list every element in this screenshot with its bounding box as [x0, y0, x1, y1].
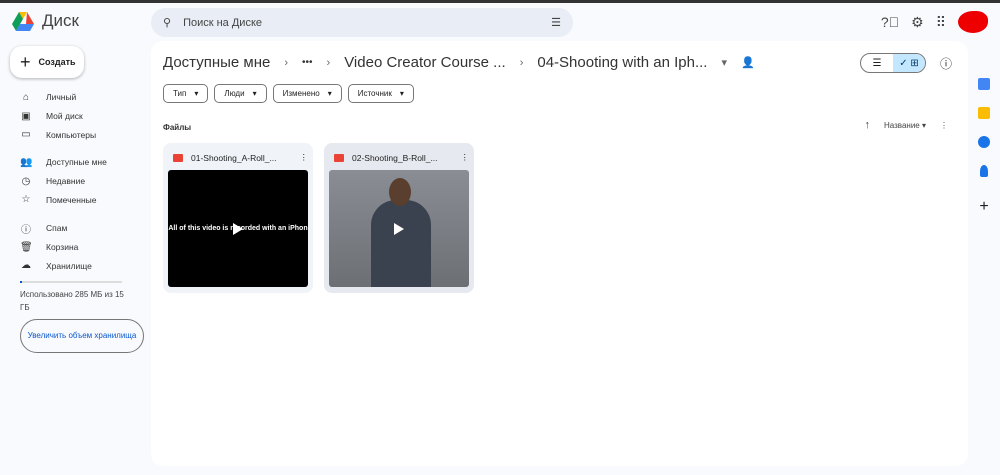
- view-toggle: ☰ ✓ ⊞: [860, 53, 926, 73]
- sidebar-item-trash[interactable]: 🗑 Корзина: [14, 238, 144, 257]
- file-name: 01-Shooting_A-Roll_...: [191, 152, 277, 163]
- help-icon[interactable]: ?⃝: [881, 14, 899, 30]
- label: Хранилище: [46, 260, 92, 271]
- sidebar-item-shared[interactable]: 👥 Доступные мне: [14, 153, 144, 172]
- play-icon: [233, 222, 243, 235]
- person-head: [389, 178, 411, 206]
- caret-down-icon[interactable]: ▾: [721, 56, 727, 69]
- create-button[interactable]: + Создать: [10, 46, 84, 78]
- search-icon: ⚲: [163, 17, 172, 29]
- sidebar-item-starred[interactable]: ☆ Помеченные: [14, 190, 144, 209]
- caret-down-icon: ▾: [399, 89, 404, 98]
- storage-text: Использовано 285 МБ из 15 ГБ: [20, 290, 124, 312]
- filter-type[interactable]: Тип ▾: [163, 84, 209, 103]
- label: Доступные мне: [46, 157, 107, 168]
- create-label: Создать: [38, 57, 76, 67]
- file-card[interactable]: 01-Shooting_A-Roll_... ⋮ All of this vide…: [163, 143, 313, 293]
- file-card[interactable]: 02-Shooting_B-Roll_... ⋮: [324, 143, 474, 293]
- label: Компьютеры: [46, 129, 97, 140]
- list-view-button[interactable]: ☰: [861, 54, 893, 72]
- sidebar-item-spam[interactable]: ⓘ Спам: [14, 219, 144, 238]
- play-icon: [394, 222, 404, 235]
- upgrade-storage-button[interactable]: Увеличить объем хранилища: [20, 319, 144, 353]
- label: Недавние: [46, 176, 86, 187]
- plus-icon: +: [20, 51, 31, 72]
- label: Люди: [224, 89, 245, 98]
- caret-down-icon: ▾: [194, 89, 199, 98]
- label: Спам: [46, 223, 68, 234]
- breadcrumb: Доступные мне › ••• › Video Creator Course…: [163, 54, 755, 71]
- my-drive-icon: ▣: [21, 110, 31, 122]
- chevron-right-icon: ›: [284, 56, 289, 69]
- sidebar-item-computers[interactable]: ▭ Компьютеры: [14, 125, 144, 144]
- more-options-icon[interactable]: ⋮: [461, 152, 470, 163]
- sidebar-item-my-drive[interactable]: ▣ Мой диск: [14, 107, 144, 126]
- file-name: 02-Shooting_B-Roll_...: [352, 152, 438, 163]
- video-thumbnail[interactable]: All of this video is recorded with an iP…: [168, 170, 308, 287]
- add-addon-icon[interactable]: +: [979, 198, 988, 216]
- clock-icon: ◷: [21, 175, 31, 187]
- sort-button[interactable]: Название ▾: [884, 121, 926, 130]
- more-options-icon[interactable]: ⋮: [300, 152, 309, 163]
- person-figure: [371, 200, 431, 287]
- shared-folder-icon: 👤: [741, 57, 755, 69]
- gear-icon[interactable]: ⚙: [911, 14, 924, 31]
- cloud-icon: ☁: [21, 260, 31, 272]
- search-options-icon[interactable]: ☰: [551, 16, 561, 29]
- app-title: Диск: [42, 11, 79, 30]
- calendar-icon[interactable]: [978, 78, 990, 90]
- sidebar-item-storage[interactable]: ☁ Хранилище: [14, 256, 144, 275]
- shared-icon: 👥: [20, 156, 33, 168]
- grid-view-button[interactable]: ✓ ⊞: [893, 54, 925, 72]
- spam-icon: ⓘ: [21, 224, 31, 236]
- label: Тип: [173, 89, 187, 98]
- filter-people[interactable]: Люди ▾: [214, 84, 267, 103]
- drive-logo[interactable]: Диск: [12, 11, 79, 31]
- sort-label: Название: [884, 120, 920, 130]
- star-icon: ☆: [21, 194, 31, 206]
- chevron-right-icon: ›: [519, 56, 524, 69]
- section-label: Файлы: [163, 123, 192, 132]
- search-placeholder: Поиск на Диске: [183, 16, 262, 29]
- sort-direction-icon[interactable]: ↑: [865, 119, 871, 131]
- label: Мой диск: [46, 111, 83, 122]
- breadcrumb-current[interactable]: 04-Shooting with an Iph...: [537, 54, 707, 71]
- computers-icon: ▭: [21, 129, 31, 141]
- drive-logo-icon: [12, 11, 34, 31]
- breadcrumb-more[interactable]: •••: [302, 57, 313, 68]
- storage-bar: [20, 281, 122, 283]
- breadcrumb-course[interactable]: Video Creator Course ...: [344, 54, 505, 71]
- more-options-icon[interactable]: ⋮: [940, 121, 948, 130]
- contacts-icon[interactable]: [980, 165, 988, 177]
- home-icon: ⌂: [22, 91, 30, 103]
- label: Помеченные: [46, 194, 97, 205]
- label: Источник: [357, 89, 392, 98]
- filter-modified[interactable]: Изменено ▾: [272, 84, 342, 103]
- avatar[interactable]: [958, 11, 988, 33]
- keep-icon[interactable]: [978, 107, 990, 119]
- filter-source[interactable]: Источник ▾: [347, 84, 414, 103]
- video-file-icon: [334, 153, 344, 162]
- side-panel: +: [978, 78, 990, 216]
- label: Корзина: [46, 242, 79, 253]
- video-file-icon: [173, 153, 183, 162]
- trash-icon: 🗑: [20, 241, 33, 253]
- sidebar-nav: ⌂ Личный ▣ Мой диск ▭ Компьютеры: [14, 88, 144, 144]
- apps-grid-icon[interactable]: ⠿: [936, 14, 946, 31]
- tasks-icon[interactable]: [978, 136, 990, 148]
- search-input[interactable]: ⚲ Поиск на Диске ☰: [151, 8, 573, 37]
- chevron-right-icon: ›: [326, 56, 331, 69]
- breadcrumb-shared[interactable]: Доступные мне: [163, 54, 270, 71]
- sidebar-item-recent[interactable]: ◷ Недавние: [14, 172, 144, 191]
- video-thumbnail[interactable]: [329, 170, 469, 287]
- caret-down-icon: ▾: [252, 89, 257, 98]
- main-panel: Доступные мне › ••• › Video Creator Course…: [151, 41, 968, 466]
- info-icon[interactable]: ⓘ: [940, 55, 952, 72]
- sidebar-item-personal[interactable]: ⌂ Личный: [14, 88, 144, 107]
- label: Личный: [46, 92, 77, 103]
- caret-down-icon: ▾: [327, 89, 332, 98]
- label: Изменено: [282, 89, 320, 98]
